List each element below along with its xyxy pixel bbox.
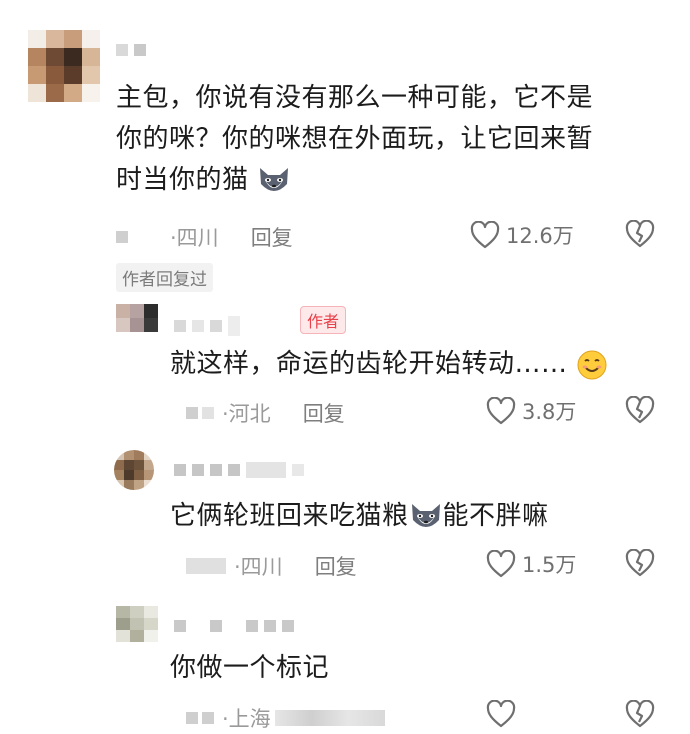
blurred-meta [186,712,214,724]
username[interactable] [116,44,146,56]
location: ·上海 [222,707,271,731]
author-badge: 作者 [300,306,347,334]
comment-text: 主包，你说有没有那么一种可能，它不是 你的咪？你的咪想在外面玩，让它回来暂 时当… [116,78,656,201]
author-replied-tag: 作者回复过 [116,263,213,292]
location: ·四川 [170,226,219,250]
reply-text: 就这样，命运的齿轮开始转动…… [170,344,608,385]
reply-meta: ·上海 [186,703,385,733]
heart-outline-icon [470,221,500,249]
comment-line: 时当你的猫 [116,160,656,201]
reply-button[interactable]: 回复 [251,222,293,252]
reply-meta: ·河北 回复 [186,398,345,428]
location: ·河北 [222,402,271,426]
comment-line: 你的咪？你的咪想在外面玩，让它回来暂 [116,124,594,154]
avatar[interactable] [28,30,100,102]
broken-heart-icon[interactable] [625,549,655,577]
broken-heart-icon[interactable] [625,396,655,424]
heart-outline-icon [486,550,516,578]
reply-button[interactable]: 回复 [315,551,357,581]
husky-emoji [411,503,440,527]
like-count: 3.8万 [522,400,577,424]
reply-button[interactable]: 回复 [303,398,345,428]
reply-text: 它俩轮班回来吃猫粮 能不胖嘛 [170,501,549,531]
broken-heart-icon[interactable] [625,220,655,248]
blurred-meta [274,710,385,726]
like-button[interactable]: 12.6万 [470,220,574,250]
broken-heart-icon[interactable] [625,700,655,728]
reply-meta: ·四川 回复 [186,551,357,581]
blurred-meta [186,558,226,574]
blurred-meta [116,231,128,243]
heart-outline-icon[interactable] [486,700,516,728]
location: ·四川 [234,555,283,579]
comment-meta: ·四川 回复 [116,222,293,252]
blurred-meta [186,407,214,419]
smile-emoji [577,350,607,379]
like-button[interactable]: 1.5万 [486,549,576,579]
comment-line: 主包，你说有没有那么一种可能，它不是 [116,83,594,113]
reply-avatar[interactable] [116,606,158,642]
reply-avatar[interactable] [116,304,158,332]
heart-outline-icon [486,397,516,425]
reply-avatar[interactable] [114,450,154,490]
like-count: 12.6万 [506,224,574,248]
reply-username[interactable] [174,620,294,632]
reply-text: 你做一个标记 [170,653,330,683]
reply-username[interactable] [174,316,240,336]
like-count: 1.5万 [522,553,577,577]
reply-username[interactable] [174,462,304,478]
husky-emoji [260,167,289,191]
like-button[interactable]: 3.8万 [486,396,576,426]
